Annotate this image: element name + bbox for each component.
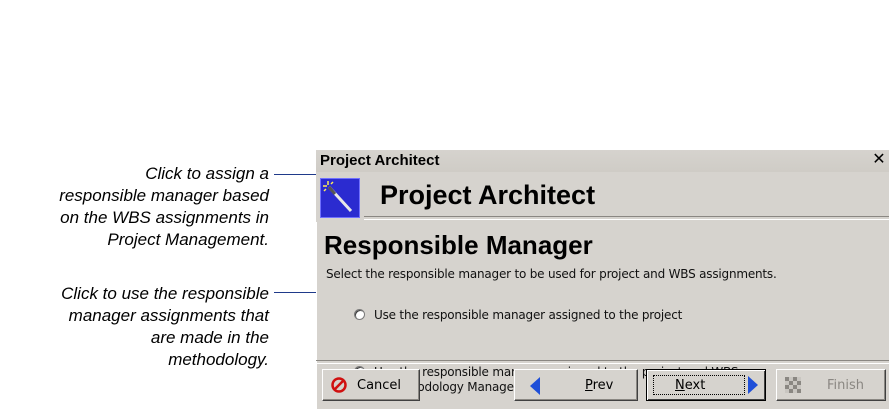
- wizard-header: Project Architect: [316, 172, 889, 222]
- callout-line: are made in the: [150, 328, 269, 347]
- arrow-left-icon: [529, 377, 541, 399]
- window-title: Project Architect: [320, 152, 440, 169]
- prev-button[interactable]: Prev: [514, 369, 638, 401]
- finish-label: Finish: [827, 378, 865, 393]
- header-divider: [364, 216, 889, 220]
- cancel-icon: [331, 377, 347, 397]
- option-label[interactable]: Use the responsible manager assigned to …: [374, 308, 682, 323]
- wizard-panel: Responsible Manager Select the responsib…: [316, 224, 889, 394]
- instructions-text: Select the responsible manager to be use…: [326, 267, 777, 281]
- wizard-wand-icon: [320, 178, 360, 218]
- checkered-flag-icon: [785, 377, 801, 397]
- callout-assign-manager: Click to assign a responsible manager ba…: [59, 163, 269, 251]
- prev-label: Prev: [585, 378, 614, 393]
- next-button[interactable]: Next: [646, 369, 766, 401]
- radio-button-project[interactable]: [354, 309, 365, 320]
- callout-line: Click to assign a: [145, 164, 269, 183]
- callout-line: Project Management.: [107, 230, 269, 249]
- footer-divider: [316, 360, 889, 364]
- title-bar[interactable]: Project Architect ✕: [316, 150, 889, 172]
- callout-line: manager assignments that: [68, 306, 269, 325]
- finish-button[interactable]: Finish: [776, 369, 886, 401]
- page-title: Responsible Manager: [324, 230, 593, 260]
- arrow-right-icon: [747, 376, 759, 398]
- next-label: Next: [675, 378, 706, 393]
- cancel-label: Cancel: [357, 378, 402, 393]
- callout-line: Click to use the responsible: [61, 284, 269, 303]
- callout-line: responsible manager based: [59, 186, 269, 205]
- cancel-button[interactable]: Cancel: [322, 369, 420, 401]
- callout-methodology-manager: Click to use the responsible manager ass…: [61, 283, 269, 371]
- close-icon: ✕: [872, 151, 886, 168]
- header-title: Project Architect: [380, 180, 596, 210]
- callout-line: methodology.: [168, 350, 269, 369]
- close-button[interactable]: ✕: [871, 151, 887, 169]
- callout-line: on the WBS assignments in: [60, 208, 269, 227]
